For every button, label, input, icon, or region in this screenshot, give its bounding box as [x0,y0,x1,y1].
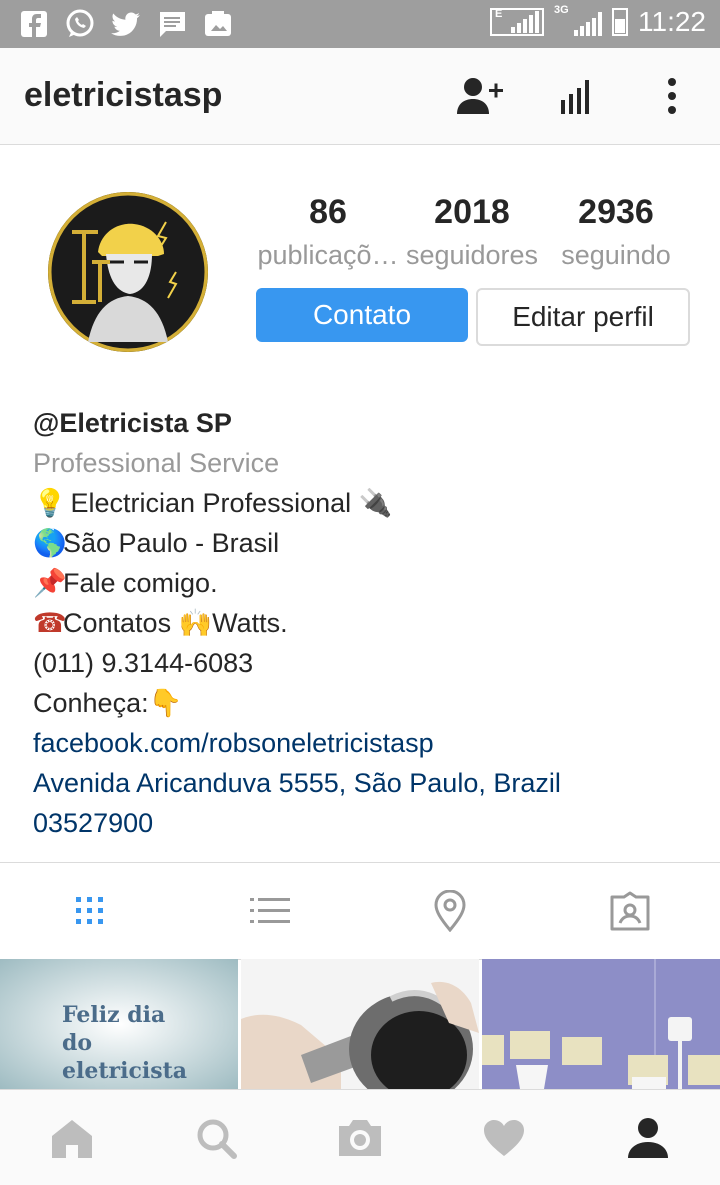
photo-thumbnail-2[interactable] [241,959,479,1089]
add-person-icon[interactable] [456,74,504,118]
signal-e-icon: E [490,8,544,36]
twitter-icon [110,8,142,40]
notification-icons [18,8,234,40]
app-bar: eletricistasp [0,48,720,145]
lightbulb-icon: 💡 [33,488,67,518]
photo-icon [202,8,234,40]
address-line-2: 03527900 [33,808,154,838]
tagged-icon[interactable] [608,889,652,933]
address-link[interactable]: Avenida Aricanduva 5555, São Paulo, Braz… [33,763,713,843]
profile-tabs [0,862,720,960]
profile-icon[interactable] [624,1114,672,1162]
system-indicators: E 3G 11:22 [490,4,706,38]
bio-line-text: Electrician Professional 🔌 [63,488,393,518]
list-icon[interactable] [248,889,292,933]
followers-label: seguidores [405,240,539,270]
bio-line: 🌎São Paulo - Brasil [33,523,713,563]
bio-line-text: Fale comigo. [63,568,218,598]
bio-line: ☎Contatos 🙌Watts. [33,603,713,643]
bottom-navigation [0,1089,720,1185]
message-icon [156,8,188,40]
stats-icon[interactable] [553,74,601,118]
bio-line: 📌Fale comigo. [33,563,713,603]
home-icon[interactable] [48,1114,96,1162]
globe-icon: 🌎 [33,528,67,558]
bio-category: Professional Service [33,448,280,478]
bio-line-text: Conheça:👇 [33,688,183,718]
bio-line-text: (011) 9.3144-6083 [33,648,254,678]
pushpin-icon: 📌 [33,568,67,598]
photo-thumbnail-1[interactable]: Feliz dia do eletricista [0,959,238,1089]
photo-grid: Feliz dia do eletricista [0,959,720,1089]
whatsapp-icon [64,8,96,40]
bio-phone: (011) 9.3144-6083 [33,643,713,683]
profile-avatar[interactable] [48,192,208,352]
telephone-icon: ☎ [33,608,67,638]
bio-line: 💡 Electrician Professional 🔌 [33,483,713,523]
heart-icon[interactable] [480,1114,528,1162]
battery-icon [612,8,628,36]
posts-count: 86 [309,193,347,231]
photo-caption: Feliz dia do eletricista [62,1002,188,1084]
signal-3g-label: 3G [554,4,569,16]
following-stat[interactable]: 2936 seguindo [541,193,691,271]
signal-e-label: E [495,8,503,20]
following-label: seguindo [561,240,671,270]
followers-stat[interactable]: 2018 seguidores [397,193,547,271]
bio-line: Conheça:👇 [33,683,713,723]
contact-button[interactable]: Contato [256,288,468,342]
address-line-1: Avenida Aricanduva 5555, São Paulo, Braz… [33,768,561,798]
posts-stat[interactable]: 86 publicaçõ… [253,193,403,271]
edit-profile-button[interactable]: Editar perfil [476,288,690,346]
camera-icon[interactable] [336,1114,384,1162]
website-link[interactable]: facebook.com/robsoneletricistasp [33,723,713,763]
bio-line-text: São Paulo - Brasil [63,528,280,558]
search-icon[interactable] [192,1114,240,1162]
username-title: eletricistasp [24,76,223,114]
location-icon[interactable] [428,889,472,933]
grid-icon[interactable] [68,889,112,933]
clock: 11:22 [638,6,706,37]
photo-thumbnail-3[interactable] [482,959,720,1089]
status-bar: E 3G 11:22 [0,0,720,48]
bio-line-text: Contatos 🙌Watts. [63,608,288,638]
more-icon[interactable] [648,74,696,118]
bio-name: @Eletricista SP [33,408,232,438]
signal-3g-icon: 3G [554,4,602,36]
followers-count: 2018 [434,193,510,231]
posts-label: publicaçõ… [257,240,399,270]
following-count: 2936 [578,193,654,231]
facebook-icon [18,8,50,40]
bio-section: @Eletricista SP Professional Service 💡 E… [33,403,713,843]
